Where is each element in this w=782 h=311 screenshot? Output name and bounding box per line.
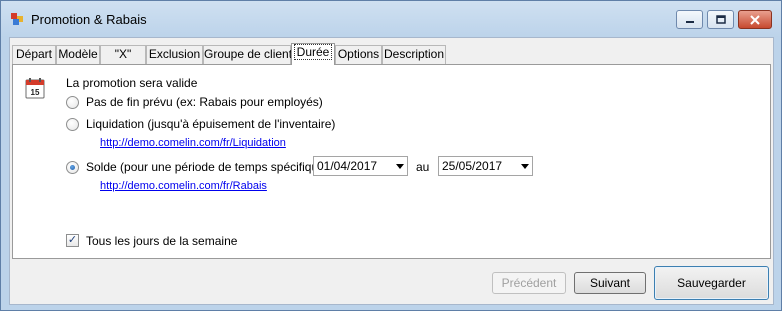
- no-end-label[interactable]: Pas de fin prévu (ex: Rabais pour employ…: [86, 95, 323, 109]
- tab-options[interactable]: Options: [335, 45, 382, 64]
- tab-depart[interactable]: Départ: [12, 45, 56, 64]
- minimize-icon: [685, 20, 694, 23]
- maximize-icon: [715, 15, 726, 24]
- promotion-window: Promotion & Rabais Départ Modèle "X" Exc…: [0, 0, 782, 311]
- tab-description[interactable]: Description: [382, 45, 446, 64]
- all-week-checkbox[interactable]: ✓: [66, 234, 79, 247]
- previous-button[interactable]: Précédent: [492, 272, 566, 294]
- app-icon: [11, 13, 23, 25]
- close-icon: [750, 14, 760, 25]
- save-button[interactable]: Sauvegarder: [654, 266, 769, 300]
- window-title: Promotion & Rabais: [31, 12, 147, 27]
- tab-x[interactable]: "X": [100, 45, 146, 64]
- svg-text:15: 15: [31, 88, 40, 97]
- start-date-value: 01/04/2017: [317, 159, 378, 173]
- duration-panel: 15 La promotion sera valide Pas de fin p…: [12, 64, 771, 259]
- liquidation-link[interactable]: http://demo.comelin.com/fr/Liquidation: [100, 137, 286, 149]
- start-date-picker[interactable]: 01/04/2017: [313, 156, 408, 176]
- liquidation-radio[interactable]: [66, 118, 79, 131]
- close-button[interactable]: [738, 10, 772, 29]
- title-bar[interactable]: Promotion & Rabais: [1, 1, 781, 37]
- liquidation-label[interactable]: Liquidation (jusqu'à épuisement de l'inv…: [86, 117, 335, 131]
- maximize-button[interactable]: [707, 10, 734, 29]
- chevron-down-icon: [396, 164, 404, 169]
- tab-exclusion[interactable]: Exclusion: [146, 45, 203, 64]
- sale-label[interactable]: Solde (pour une période de temps spécifi…: [86, 160, 329, 174]
- minimize-button[interactable]: [676, 10, 703, 29]
- no-end-radio[interactable]: [66, 96, 79, 109]
- calendar-icon: 15: [25, 78, 45, 99]
- sale-link[interactable]: http://demo.comelin.com/fr/Rabais: [100, 180, 267, 192]
- all-week-label[interactable]: Tous les jours de la semaine: [86, 234, 237, 248]
- sale-radio[interactable]: [66, 161, 79, 174]
- end-date-picker[interactable]: 25/05/2017: [438, 156, 533, 176]
- end-date-value: 25/05/2017: [442, 159, 503, 173]
- tab-duree[interactable]: Durée: [291, 43, 335, 65]
- tab-groupe-de-client[interactable]: Groupe de client: [203, 45, 292, 64]
- next-button[interactable]: Suivant: [574, 272, 646, 294]
- chevron-down-icon: [521, 164, 529, 169]
- duration-heading: La promotion sera valide: [66, 76, 198, 90]
- dialog-body: Départ Modèle "X" Exclusion Groupe de cl…: [9, 37, 774, 305]
- to-label: au: [416, 160, 430, 174]
- tab-modele[interactable]: Modèle: [56, 45, 100, 64]
